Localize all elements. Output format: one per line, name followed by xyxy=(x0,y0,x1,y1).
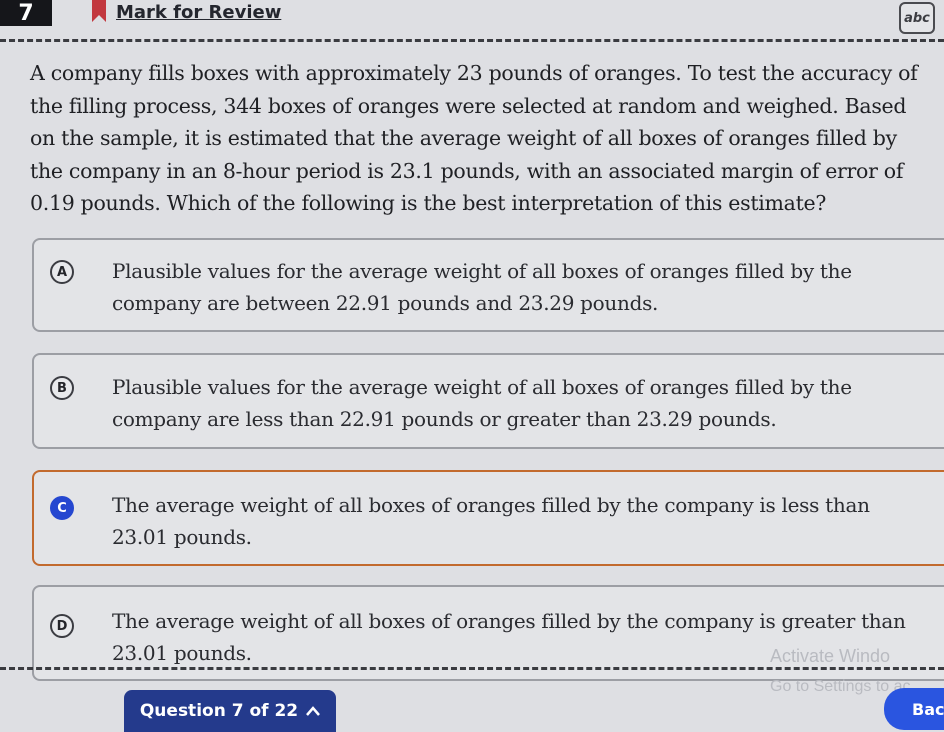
choice-text: Plausible values for the average weight … xyxy=(112,259,852,315)
question-text: A company fills boxes with approximately… xyxy=(30,61,918,215)
choice-a[interactable]: A Plausible values for the average weigh… xyxy=(32,238,944,332)
question-progress-label: Question 7 of 22 xyxy=(139,701,299,721)
choice-letter-badge: B xyxy=(50,376,74,400)
header-divider xyxy=(0,39,944,42)
question-navigator-button[interactable]: Question 7 of 22 xyxy=(124,690,336,732)
choice-b[interactable]: B Plausible values for the average weigh… xyxy=(32,353,944,449)
choice-text: The average weight of all boxes of orang… xyxy=(112,493,870,549)
back-button[interactable]: Bac xyxy=(884,688,944,730)
choice-text: Plausible values for the average weight … xyxy=(112,375,852,431)
choice-letter-badge: C xyxy=(50,496,74,520)
chevron-up-icon xyxy=(306,706,321,716)
question-number-badge: 7 xyxy=(0,0,52,26)
choice-c[interactable]: C The average weight of all boxes of ora… xyxy=(32,470,944,566)
footer-divider xyxy=(0,667,944,670)
mark-for-review-button[interactable]: Mark for Review xyxy=(116,2,281,23)
choice-letter-badge: A xyxy=(50,260,74,284)
bookmark-icon[interactable] xyxy=(92,0,106,22)
annotate-button[interactable]: abc xyxy=(899,2,935,34)
watermark-line-1: Activate Windo xyxy=(770,646,891,666)
top-bar: 7 Mark for Review abc xyxy=(0,0,944,38)
choice-letter-badge: D xyxy=(50,614,74,638)
